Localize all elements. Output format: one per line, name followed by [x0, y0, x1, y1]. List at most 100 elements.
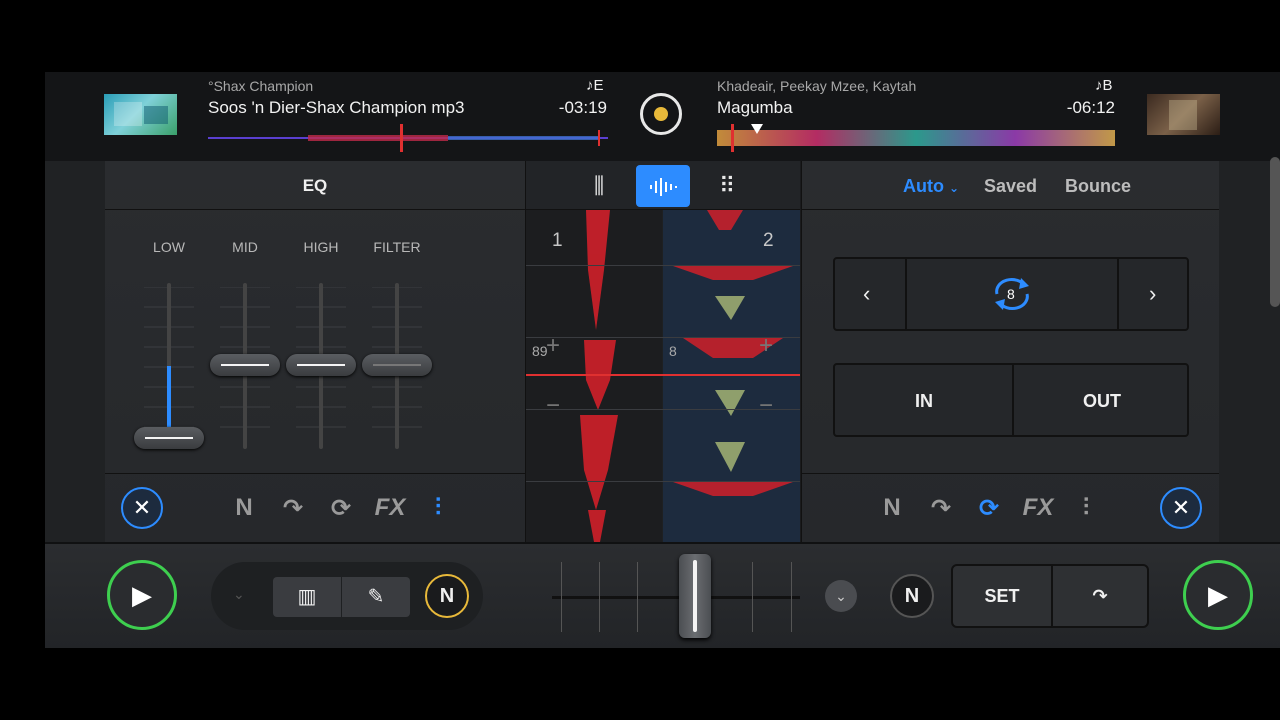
deck-b-title: Magumba: [717, 98, 793, 117]
deck-b-cover-icon: [1169, 100, 1197, 130]
loop-in-out-control: IN OUT: [833, 363, 1189, 437]
chevron-right-icon: ›: [1149, 281, 1157, 306]
eq-label-filter: FILTER: [373, 239, 421, 255]
tab-bounce[interactable]: Bounce: [1065, 176, 1131, 197]
mid-fader[interactable]: [210, 354, 280, 376]
record-button[interactable]: [640, 93, 682, 135]
loop-footer: N ↷ ⟳ FX ⫶ ✕: [802, 473, 1219, 542]
crossfader-handle[interactable]: [679, 554, 711, 638]
fx-button[interactable]: FX: [373, 494, 407, 522]
deck-b-cover-art[interactable]: [1147, 94, 1220, 135]
crossfader-tick: [752, 562, 753, 632]
neural-mix-icon[interactable]: N: [227, 494, 261, 522]
record-dot-icon: [654, 107, 668, 121]
deck-b-time: -06:12: [1066, 98, 1115, 117]
close-left-panel-button[interactable]: ✕: [121, 487, 163, 529]
deck-b-key: ♪B: [1095, 77, 1113, 94]
crossfader-tick: [599, 562, 600, 632]
center-header: ⫼ ⠿: [526, 161, 800, 210]
chevron-down-button[interactable]: ⌄: [825, 580, 857, 612]
loop-toggle-button[interactable]: 8: [907, 259, 1119, 329]
waveform-lane-b[interactable]: 2 8 + − ✎: [663, 210, 800, 565]
close-icon: ✕: [1171, 495, 1191, 520]
neural-mix-button[interactable]: N: [425, 574, 469, 618]
deck-b-artist: Khadeair, Peekay Mzee, Kaytah: [717, 78, 917, 94]
pad-mode-group: ⌄ ▥ ✎ N: [211, 562, 483, 630]
loop-in-button[interactable]: IN: [835, 391, 1013, 412]
eq-label-high: HIGH: [303, 239, 339, 255]
waveform-glyph: [650, 178, 677, 197]
tab-saved[interactable]: Saved: [984, 176, 1037, 197]
fx-button[interactable]: FX: [1021, 494, 1055, 522]
eq-label-low: LOW: [153, 239, 185, 255]
center-panel: ⫼ ⠿ 1 89 + − ✎: [526, 161, 800, 565]
neural-mix-icon[interactable]: N: [875, 494, 909, 522]
fx-arc-icon[interactable]: ↷: [924, 494, 958, 523]
grid-icon[interactable]: ⠿: [700, 165, 754, 207]
fx-arc-icon[interactable]: ↷: [276, 494, 310, 523]
deck-a-minus-icon[interactable]: −: [546, 392, 560, 420]
eq-footer: ✕ N ↷ ⟳ FX ⫶: [105, 473, 525, 542]
deck-b-minus-icon[interactable]: −: [759, 392, 773, 420]
keyboard-icon: ▥: [297, 586, 317, 608]
beat-line: [526, 265, 800, 266]
chevron-down-icon: ⌄: [835, 588, 847, 604]
low-level-fill: [167, 366, 171, 428]
bottom-bar: ▶ ⌄ ▥ ✎ N ⌄ N SET ↷ ▶: [45, 542, 1280, 648]
tab-auto-label: Auto: [903, 176, 944, 196]
deck-a-overview-waveform[interactable]: [208, 124, 608, 152]
crossfader-tick: [791, 562, 792, 632]
deck-a-cover-icon: [114, 102, 168, 126]
crossfader-tick: [637, 562, 638, 632]
close-right-panel-button[interactable]: ✕: [1160, 487, 1202, 529]
loop-size-value: 8: [1007, 286, 1015, 302]
loop-increase-button[interactable]: ›: [1119, 259, 1189, 329]
eq-sliders-icon[interactable]: ⫶: [421, 494, 455, 522]
low-fader[interactable]: [134, 427, 204, 449]
loop-header: Auto ⌄ Saved Bounce: [802, 161, 1219, 210]
filter-fader[interactable]: [362, 354, 432, 376]
left-gutter: [45, 161, 105, 542]
crossfader-track: [552, 596, 800, 599]
chevron-down-icon[interactable]: ⌄: [233, 586, 245, 603]
loop-icon[interactable]: ⟳: [324, 494, 358, 523]
chevron-left-icon: ‹: [863, 281, 871, 306]
close-icon: ✕: [132, 495, 152, 520]
eq-header: EQ: [105, 161, 525, 210]
beat-line: [526, 481, 800, 482]
deck-a-title: Soos 'n Dier-Shax Champion mp3: [208, 98, 465, 117]
cue-jump-button[interactable]: ↷: [1053, 566, 1147, 626]
deck-a-artist: °Shax Champion: [208, 78, 314, 94]
eq-panel: EQ LOW MID HIGH FILTER ✕ N ↷ ⟳ FX ⫶: [105, 161, 548, 542]
play-icon: ▶: [132, 580, 152, 610]
deck-a-lane-number: 1: [552, 230, 563, 251]
loop-panel: Auto ⌄ Saved Bounce ‹ 8 › IN OUT N ↷ ⟳ F…: [801, 161, 1219, 542]
loop-out-button[interactable]: OUT: [1013, 391, 1191, 412]
crossfader-tick: [561, 562, 562, 632]
waveform-lane-a[interactable]: 1 89 + − ✎: [526, 210, 662, 565]
deck-a-time: -03:19: [558, 98, 607, 117]
deck-a-cover-art[interactable]: [104, 94, 177, 135]
loop-icon[interactable]: ⟳: [972, 494, 1006, 523]
eq-sliders-icon[interactable]: ⫶: [1069, 494, 1103, 522]
deck-b-lane-number: 2: [763, 230, 774, 251]
keyboard-button[interactable]: ▥: [273, 577, 341, 617]
cue-set-group: SET ↷: [951, 564, 1149, 628]
high-fader[interactable]: [286, 354, 356, 376]
neural-mix-button-b[interactable]: N: [890, 574, 934, 618]
beat-line: [526, 409, 800, 410]
play-icon: ▶: [1208, 580, 1228, 610]
top-bar: °Shax Champion Soos 'n Dier-Shax Champio…: [45, 72, 1280, 161]
deck-b-play-button[interactable]: ▶: [1183, 560, 1253, 630]
tab-auto[interactable]: Auto ⌄: [903, 176, 959, 197]
deck-b-overview-waveform[interactable]: [717, 124, 1115, 152]
waveform-icon[interactable]: [636, 165, 690, 207]
loop-decrease-button[interactable]: ‹: [835, 259, 907, 329]
deck-a-play-button[interactable]: ▶: [107, 560, 177, 630]
scrollbar[interactable]: [1270, 157, 1280, 307]
set-button[interactable]: SET: [953, 566, 1051, 626]
eq-label-mid: MID: [232, 239, 258, 255]
deck-b-scrolling-waveform: [673, 210, 793, 496]
microphone-button[interactable]: ✎: [342, 577, 410, 617]
mixer-icon[interactable]: ⫼: [572, 165, 626, 207]
